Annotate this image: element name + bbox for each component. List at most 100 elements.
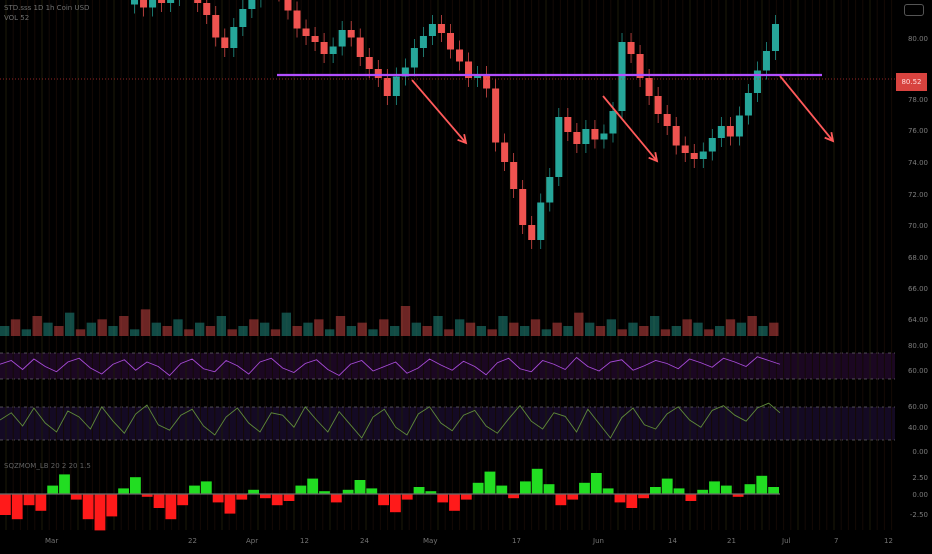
settings-toggle-button[interactable] <box>904 4 924 16</box>
candle-body <box>365 57 373 69</box>
momentum-bar <box>342 489 354 494</box>
candle-body <box>374 69 382 78</box>
momentum-bar <box>437 494 449 503</box>
candle-body <box>600 133 608 140</box>
candle-body <box>663 114 671 126</box>
momentum-bar <box>555 494 567 506</box>
volume-bar <box>736 322 746 336</box>
momentum-bar <box>153 494 165 508</box>
x-tick: 12 <box>884 537 893 545</box>
momentum-bar <box>697 489 709 494</box>
macd-title: SQZMOM_LB 20 2 20 1.5 <box>4 462 91 470</box>
candle-body <box>293 10 301 29</box>
momentum-bar <box>579 482 590 494</box>
candle-body <box>537 202 545 240</box>
volume-bar <box>162 326 172 336</box>
momentum-bar <box>212 494 224 503</box>
macd-tick: 2.50 <box>912 474 928 482</box>
candle-body <box>140 0 148 8</box>
volume-bar <box>270 329 281 336</box>
candle-body <box>194 0 202 3</box>
volume-bar <box>260 322 270 336</box>
volume-bar <box>747 316 757 336</box>
candle-body <box>437 24 445 33</box>
candle-body <box>356 37 364 57</box>
volume-bar <box>21 329 31 336</box>
volume-bar <box>433 316 443 336</box>
x-tick: Jul <box>782 537 791 545</box>
arrow-shaft <box>779 75 834 142</box>
x-tick: May <box>423 537 438 545</box>
volume-bar <box>411 322 421 336</box>
candle-body <box>672 126 680 146</box>
momentum-bar <box>744 484 756 494</box>
volume-bars <box>0 306 779 336</box>
volume-bar <box>704 329 714 336</box>
volume-bar <box>552 322 562 336</box>
volume-bar <box>498 316 508 336</box>
momentum-bar <box>224 494 236 514</box>
x-tick: 12 <box>300 537 309 545</box>
candle-body <box>410 48 418 68</box>
momentum-bar <box>70 494 82 500</box>
x-tick: Apr <box>246 537 259 545</box>
candle-body <box>609 111 617 134</box>
momentum-bar <box>496 485 508 494</box>
candle-body <box>510 162 518 189</box>
momentum-bar <box>508 494 519 499</box>
momentum-bar <box>165 494 177 520</box>
volume-bar <box>130 329 140 336</box>
momentum-bar <box>200 481 212 494</box>
candle-body <box>492 88 500 143</box>
x-tick: 7 <box>834 537 839 545</box>
momentum-bar <box>248 489 259 494</box>
volume-bar <box>530 319 541 336</box>
volume-bar <box>660 329 671 336</box>
candle-body <box>221 37 229 48</box>
candle-body <box>654 96 662 114</box>
symbol-header: STD.sss 1D 1h Coin USD <box>4 4 90 12</box>
momentum-bar <box>590 473 602 494</box>
volume-bar <box>520 326 530 336</box>
x-tick: 14 <box>668 537 677 545</box>
chart-svg <box>0 0 895 531</box>
momentum-bar <box>768 487 779 494</box>
volume-bar <box>476 326 486 336</box>
volume-bar <box>455 319 465 336</box>
volume-bar <box>216 316 226 336</box>
volume-bar <box>379 319 389 336</box>
momentum-bar <box>59 474 70 494</box>
volume-bar <box>422 326 432 336</box>
y-tick: 64.00 <box>907 316 928 324</box>
volume-bar <box>86 322 96 336</box>
volume-bar <box>595 326 606 336</box>
candle-body <box>302 28 310 36</box>
volume-bar <box>357 322 367 336</box>
candle-body <box>690 153 698 159</box>
volume-bar <box>758 326 768 336</box>
momentum-bar <box>520 481 531 494</box>
volume-bar <box>0 326 10 336</box>
volume-bar <box>108 326 118 336</box>
momentum-bar <box>602 488 614 494</box>
momentum-bar <box>35 494 47 511</box>
x-tick: 22 <box>188 537 197 545</box>
candle-body <box>329 46 337 54</box>
candle-body <box>744 93 752 116</box>
candle-body <box>311 36 319 42</box>
x-tick: 17 <box>512 537 521 545</box>
candle-body <box>582 129 590 144</box>
volume-bar <box>140 309 151 336</box>
volume-bar <box>650 316 660 336</box>
candle-body <box>483 75 491 89</box>
candle-body <box>708 138 716 152</box>
momentum-bar <box>685 494 697 501</box>
volume-bar <box>173 319 183 336</box>
rsi-tick: 60.00 <box>907 367 928 375</box>
momentum-bar <box>567 494 579 500</box>
candle-body <box>681 145 689 153</box>
volume-bar <box>303 322 313 336</box>
momentum-bar <box>413 487 425 494</box>
candle-body <box>149 0 157 8</box>
momentum-bar <box>177 494 189 506</box>
